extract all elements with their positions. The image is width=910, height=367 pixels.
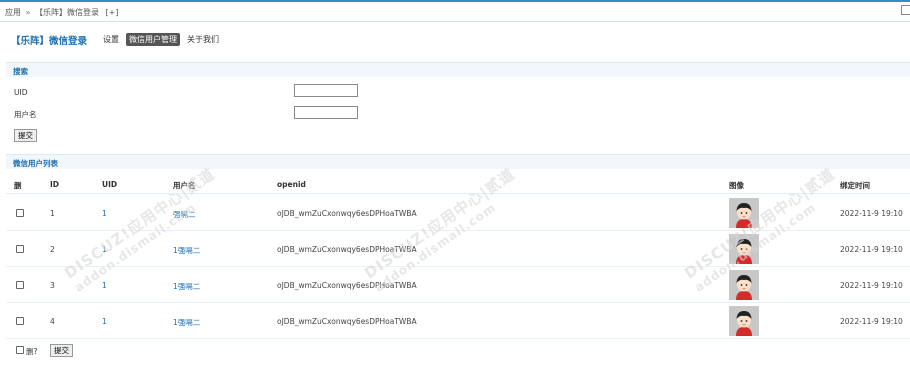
column-delete: 删 [14, 181, 22, 190]
row-id: 1 [50, 209, 55, 218]
avatar-icon [729, 270, 759, 300]
watermark-line2: addon.dismall.com [372, 200, 499, 295]
window-corner-icon[interactable] [901, 5, 910, 15]
table-header-divider [6, 193, 910, 194]
row-bind-time: 2022-11-9 19:10 [840, 317, 903, 326]
row-username[interactable]: 1强嗝二 [173, 245, 200, 256]
top-accent-bar [0, 0, 910, 2]
row-divider [6, 302, 910, 303]
row-openid: oJDB_wmZuCxonwqy6esDPHoaTWBA [277, 317, 417, 326]
select-all-checkbox[interactable] [16, 346, 24, 354]
column-openid: openid [277, 180, 306, 189]
search-section-title: 搜索 [13, 67, 28, 76]
row-uid[interactable]: 1 [102, 281, 107, 290]
plugin-title: 【乐阵】微信登录 [11, 36, 88, 47]
row-delete-checkbox[interactable] [16, 281, 24, 289]
uid-input[interactable] [294, 84, 358, 97]
column-id: ID [50, 180, 60, 189]
user-avatar [729, 306, 759, 336]
tab-settings[interactable]: 设置 [100, 33, 122, 46]
username-input[interactable] [294, 106, 358, 119]
tab-wechat-users[interactable]: 微信用户管理 [126, 33, 180, 46]
row-bind-time: 2022-11-9 19:10 [840, 209, 903, 218]
column-avatar: 图像 [729, 181, 744, 190]
watermark: DISCUZ!应用中心|贰道 addon.dismall.com [60, 163, 227, 295]
row-username[interactable]: 1强嗝二 [173, 317, 200, 328]
watermark-line2: addon.dismall.com [72, 200, 199, 295]
user-avatar [729, 270, 759, 300]
add-shortcut-link[interactable]: [+] [106, 8, 119, 17]
watermark: DISCUZ!应用中心|贰道 addon.dismall.com [680, 163, 847, 295]
delete-label: 删? [26, 347, 38, 356]
row-delete-checkbox[interactable] [16, 209, 24, 217]
row-id: 4 [50, 317, 55, 326]
watermark-line2: addon.dismall.com [692, 200, 819, 295]
breadcrumb-separator: » [25, 8, 31, 17]
watermark: DISCUZ!应用中心|贰道 addon.dismall.com [360, 163, 527, 295]
plugin-nav-tabs: 设置 微信用户管理 关于我们 [100, 33, 226, 46]
column-uid: UID [102, 180, 118, 189]
row-id: 3 [50, 281, 55, 290]
row-delete-checkbox[interactable] [16, 245, 24, 253]
breadcrumb: 应用 » 【乐阵】微信登录 [+] [5, 7, 119, 18]
row-divider [6, 266, 910, 267]
row-username[interactable]: 1强嗝二 [173, 281, 200, 292]
list-submit-button[interactable]: 提交 [50, 344, 73, 357]
search-submit-button[interactable]: 提交 [14, 129, 37, 142]
row-uid[interactable]: 1 [102, 317, 107, 326]
list-section-title: 微信用户列表 [13, 159, 58, 168]
breadcrumb-root[interactable]: 应用 [5, 8, 21, 17]
row-delete-checkbox[interactable] [16, 317, 24, 325]
uid-label: UID [14, 88, 28, 97]
list-section-header: 微信用户列表 [6, 154, 910, 169]
breadcrumb-current: 【乐阵】微信登录 [35, 8, 99, 17]
avatar-icon [729, 306, 759, 336]
search-section-header: 搜索 [6, 62, 910, 77]
row-bind-time: 2022-11-9 19:10 [840, 281, 903, 290]
username-label: 用户名 [14, 110, 37, 119]
header-divider [0, 21, 910, 22]
row-divider [6, 338, 910, 339]
tab-about[interactable]: 关于我们 [184, 33, 222, 46]
row-openid: oJDB_wmZuCxonwqy6esDPHoaTWBA [277, 209, 417, 218]
row-uid[interactable]: 1 [102, 209, 107, 218]
row-id: 2 [50, 245, 55, 254]
row-bind-time: 2022-11-9 19:10 [840, 245, 903, 254]
